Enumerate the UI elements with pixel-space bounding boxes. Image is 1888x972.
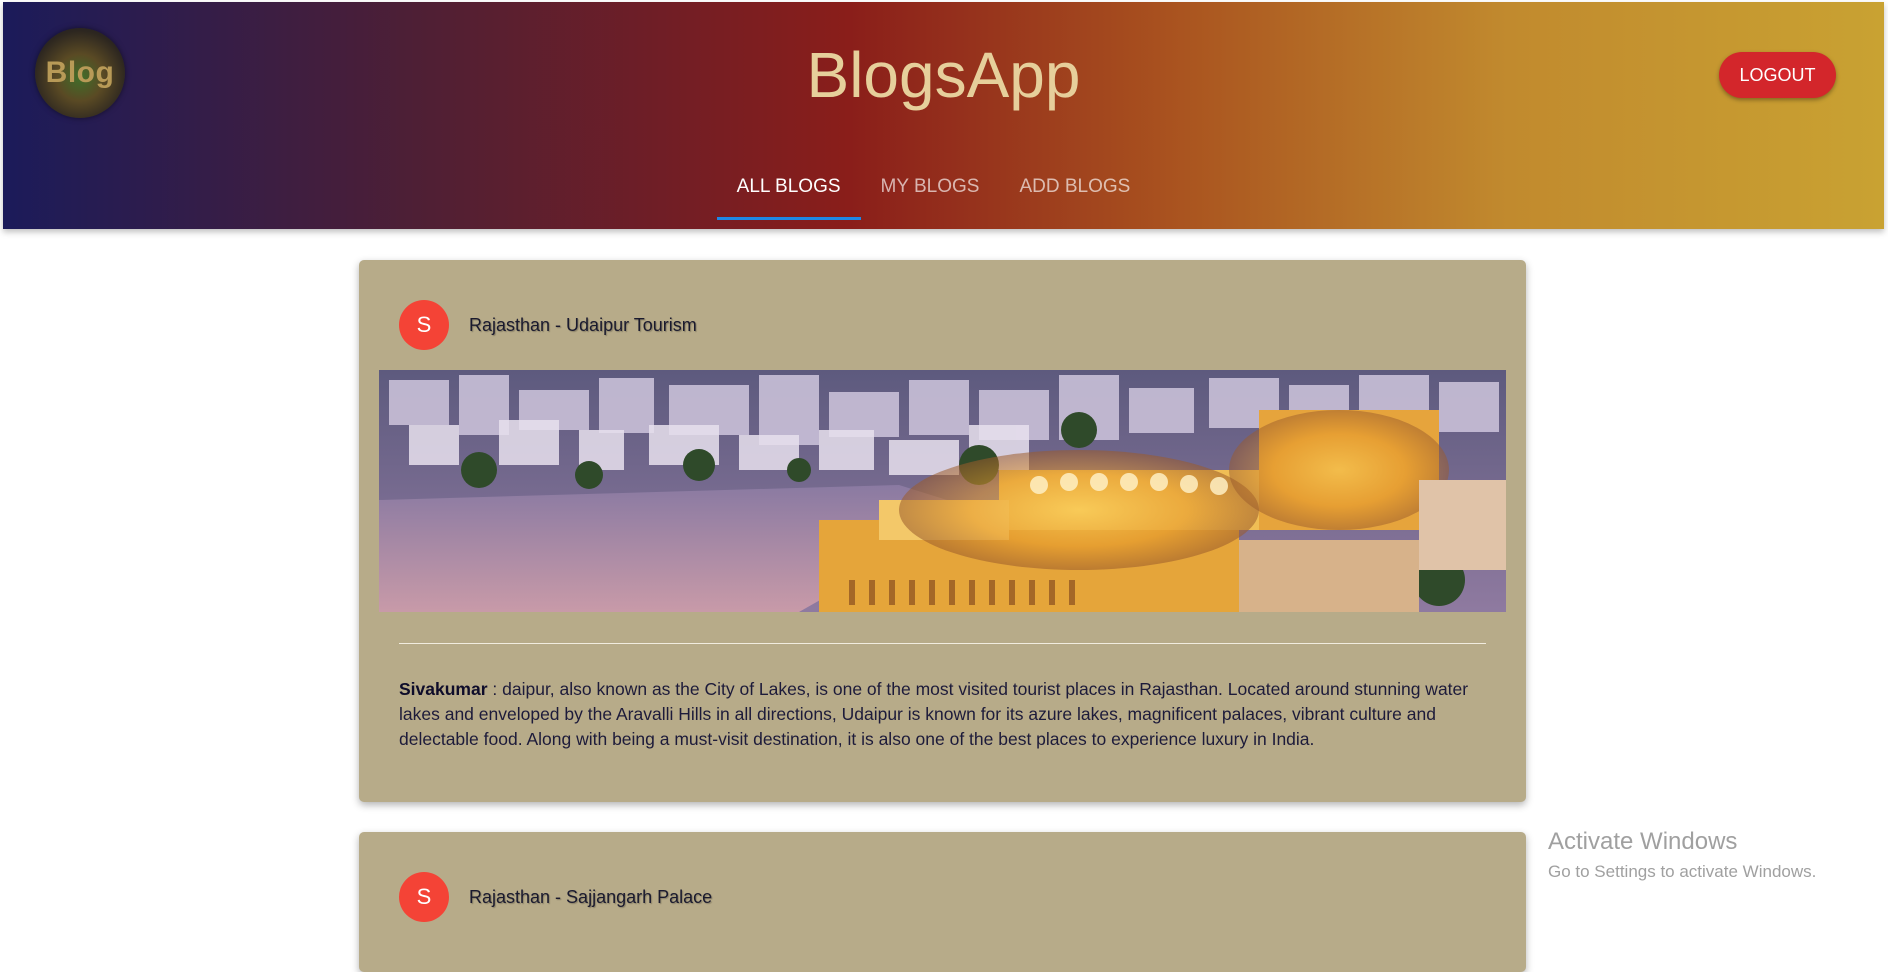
- blog-title: Rajasthan - Udaipur Tourism: [469, 314, 697, 335]
- blog-card: S Rajasthan - Udaipur Tourism Sivakumar …: [359, 260, 1526, 802]
- blog-card-header: S Rajasthan - Sajjangarh Palace: [399, 872, 712, 922]
- blog-card-header: S Rajasthan - Udaipur Tourism: [399, 300, 697, 350]
- logout-button[interactable]: LOGOUT: [1719, 52, 1836, 98]
- udaipur-city-image: [379, 370, 1506, 612]
- tab-all-blogs[interactable]: ALL BLOGS: [716, 154, 861, 220]
- avatar: S: [399, 872, 449, 922]
- watermark-title: Activate Windows: [1548, 828, 1738, 855]
- blog-description: Sivakumar : daipur, also known as the Ci…: [399, 677, 1486, 752]
- blog-description-text: daipur, also known as the City of Lakes,…: [399, 679, 1469, 749]
- avatar: S: [399, 300, 449, 350]
- blog-card: S Rajasthan - Sajjangarh Palace: [359, 832, 1526, 972]
- tab-my-blogs[interactable]: MY BLOGS: [861, 154, 1000, 220]
- divider: [399, 643, 1486, 644]
- blog-author: Sivakumar: [399, 679, 488, 699]
- tab-add-blogs[interactable]: ADD BLOGS: [999, 154, 1150, 220]
- blog-title: Rajasthan - Sajjangarh Palace: [469, 886, 713, 907]
- app-title: BlogsApp: [806, 39, 1081, 111]
- watermark-subtitle: Go to Settings to activate Windows.: [1548, 862, 1817, 881]
- app-bar: Blog BlogsApp LOGOUT ALL BLOGS MY BLOGS …: [3, 2, 1884, 229]
- blog-image: [379, 370, 1506, 612]
- author-separator: :: [487, 679, 503, 699]
- nav-tabs: ALL BLOGS MY BLOGS ADD BLOGS: [3, 154, 1884, 220]
- windows-activation-watermark: Activate Windows Go to Settings to activ…: [1548, 828, 1816, 882]
